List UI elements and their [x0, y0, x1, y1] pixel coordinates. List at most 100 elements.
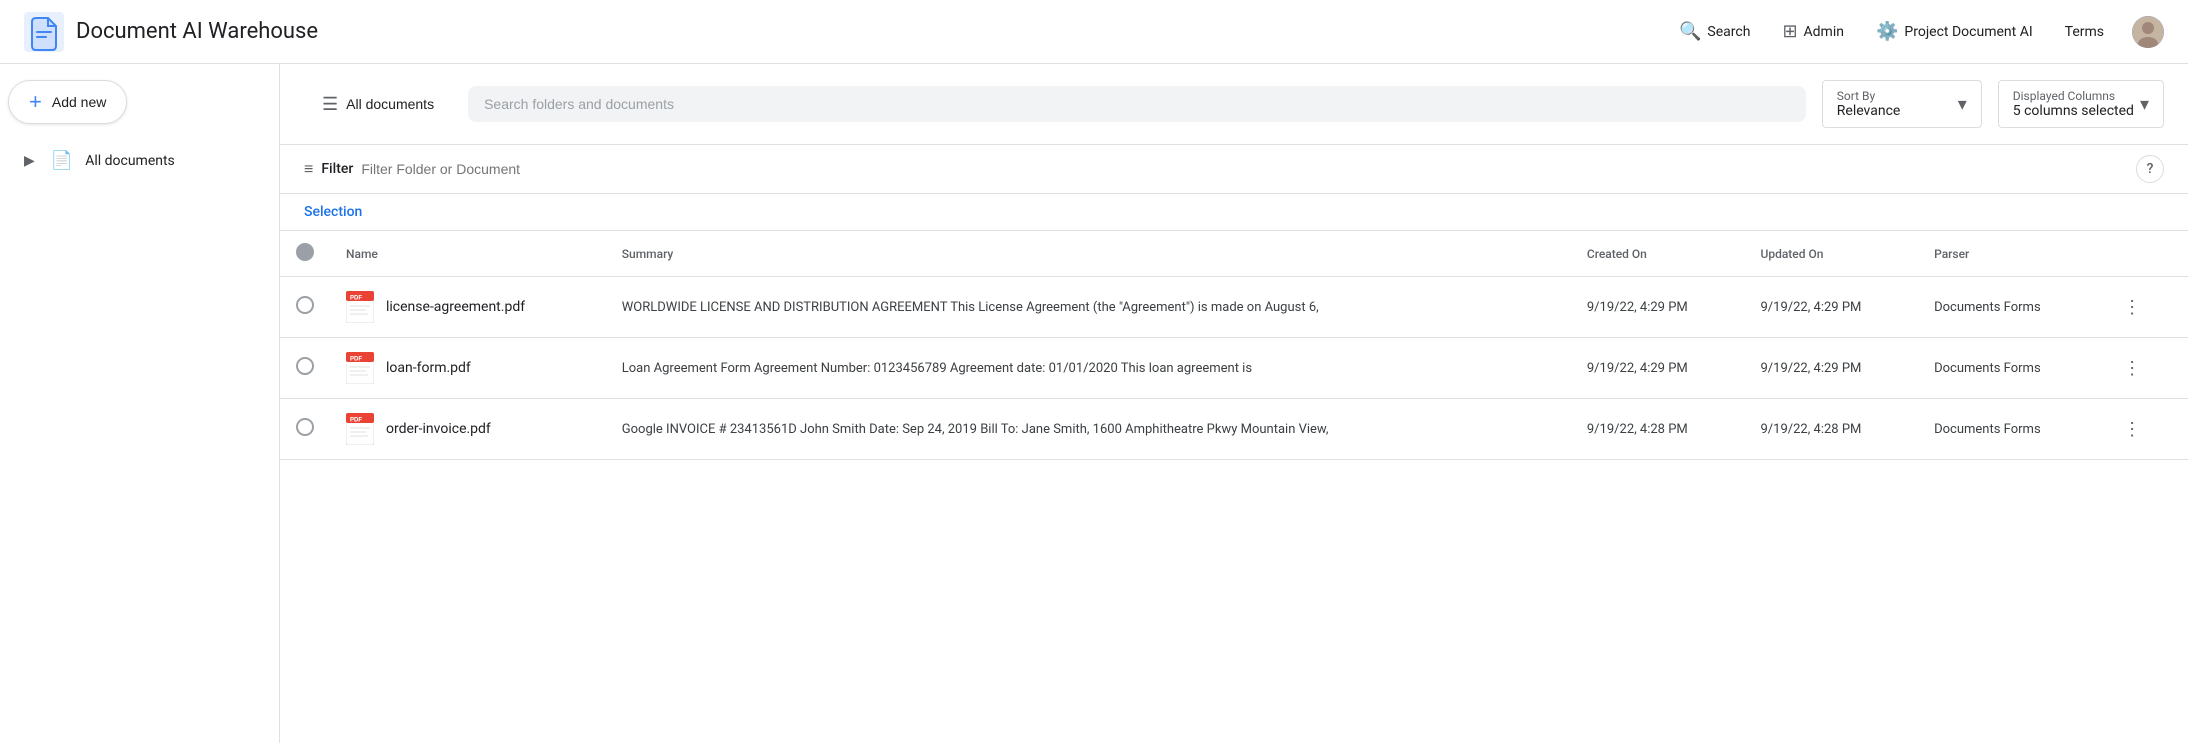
row-created-on-cell: 9/19/22, 4:29 PM [1571, 277, 1745, 338]
filter-lines-icon: ☰ [322, 94, 338, 115]
table-header: Name Summary Created On Updated On Parse [280, 231, 2188, 277]
sidebar: + Add new ▶ 📄 All documents [0, 64, 280, 743]
updated-on-text: 9/19/22, 4:29 PM [1760, 361, 1861, 376]
nav-search[interactable]: 🔍 Search [1667, 13, 1762, 50]
avatar[interactable] [2132, 16, 2164, 48]
row-parser-cell: Documents Forms [1918, 399, 2099, 460]
displayed-columns-info: Displayed Columns 5 columns selected [2013, 89, 2134, 119]
sidebar-all-documents-label: All documents [85, 153, 175, 169]
nav-project[interactable]: ⚙️ Project Document AI [1864, 13, 2045, 50]
add-new-button[interactable]: + Add new [8, 80, 127, 124]
chevron-down-icon: ▾ [1958, 94, 1967, 115]
more-actions-button[interactable]: ⋮ [2115, 415, 2151, 444]
all-documents-label: All documents [346, 96, 434, 112]
row-name-cell: PDF loan-form.pdf [330, 338, 606, 399]
summary-text: Loan Agreement Form Agreement Number: 01… [622, 361, 1252, 376]
parser-text: Documents Forms [1934, 422, 2041, 437]
sort-by-info: Sort By Relevance [1837, 89, 1901, 119]
row-created-on-cell: 9/19/22, 4:29 PM [1571, 338, 1745, 399]
summary-text: WORLDWIDE LICENSE AND DISTRIBUTION AGREE… [622, 300, 1319, 315]
updated-on-text: 9/19/22, 4:29 PM [1760, 300, 1861, 315]
table-row: PDF license-agreement.pdf WORLDWIDE LICE… [280, 277, 2188, 338]
table-header-created-on: Created On [1571, 231, 1745, 277]
row-actions-cell: ⋮ [2099, 338, 2188, 399]
updated-on-text: 9/19/22, 4:28 PM [1760, 422, 1861, 437]
row-checkbox-cell [280, 277, 330, 338]
summary-text: Google INVOICE # 23413561D John Smith Da… [622, 422, 1329, 437]
nav-admin[interactable]: ⊞ Admin [1770, 13, 1856, 50]
displayed-columns-control[interactable]: Displayed Columns 5 columns selected ▾ [1998, 80, 2164, 128]
displayed-columns-label: Displayed Columns [2013, 89, 2134, 103]
row-summary-cell: WORLDWIDE LICENSE AND DISTRIBUTION AGREE… [606, 277, 1571, 338]
nav-terms[interactable]: Terms [2053, 16, 2116, 48]
row-checkbox[interactable] [296, 418, 314, 436]
search-input[interactable] [484, 96, 1790, 112]
selection-bar: Selection [280, 194, 2188, 231]
chevron-down-icon-2: ▾ [2140, 94, 2149, 115]
sort-by-control[interactable]: Sort By Relevance ▾ [1822, 80, 1982, 128]
svg-text:PDF: PDF [350, 296, 362, 302]
table-header-checkbox [280, 231, 330, 277]
svg-text:PDF: PDF [350, 357, 362, 363]
parser-text: Documents Forms [1934, 300, 2041, 315]
documents-table: Name Summary Created On Updated On Parse [280, 231, 2188, 460]
app-logo-icon [24, 12, 64, 52]
sidebar-item-all-documents[interactable]: ▶ 📄 All documents [8, 140, 271, 181]
row-parser-cell: Documents Forms [1918, 277, 2099, 338]
row-summary-cell: Loan Agreement Form Agreement Number: 01… [606, 338, 1571, 399]
row-updated-on-cell: 9/19/22, 4:29 PM [1744, 277, 1918, 338]
table-header-parser: Parser [1918, 231, 2099, 277]
table-body: PDF license-agreement.pdf WORLDWIDE LICE… [280, 277, 2188, 460]
nav-search-label: Search [1707, 24, 1750, 40]
row-checkbox[interactable] [296, 296, 314, 314]
app-title: Document AI Warehouse [76, 19, 318, 44]
table-row: PDF loan-form.pdf Loan Agreement Form Ag… [280, 338, 2188, 399]
row-actions-cell: ⋮ [2099, 277, 2188, 338]
toolbar: ☰ All documents Sort By Relevance ▾ Disp… [280, 64, 2188, 145]
row-parser-cell: Documents Forms [1918, 338, 2099, 399]
row-updated-on-cell: 9/19/22, 4:29 PM [1744, 338, 1918, 399]
created-on-text: 9/19/22, 4:29 PM [1587, 361, 1688, 376]
row-checkbox-cell [280, 338, 330, 399]
file-name[interactable]: license-agreement.pdf [386, 299, 525, 315]
filter-input[interactable] [361, 161, 2128, 177]
table-header-summary: Summary [606, 231, 1571, 277]
nav-admin-label: Admin [1804, 24, 1844, 40]
header: Document AI Warehouse 🔍 Search ⊞ Admin ⚙… [0, 0, 2188, 64]
search-box[interactable] [468, 86, 1806, 122]
file-name[interactable]: loan-form.pdf [386, 360, 471, 376]
row-created-on-cell: 9/19/22, 4:28 PM [1571, 399, 1745, 460]
row-summary-cell: Google INVOICE # 23413561D John Smith Da… [606, 399, 1571, 460]
svg-text:PDF: PDF [350, 418, 362, 424]
row-actions-cell: ⋮ [2099, 399, 2188, 460]
filter-bar: ≡ Filter ? [280, 145, 2188, 194]
created-on-text: 9/19/22, 4:28 PM [1587, 422, 1688, 437]
search-icon: 🔍 [1679, 21, 1701, 42]
header-checkbox[interactable] [296, 243, 314, 261]
settings-icon: ⚙️ [1876, 21, 1898, 42]
table-header-updated-on: Updated On [1744, 231, 1918, 277]
filter-icon: ≡ [304, 159, 313, 179]
document-icon: 📄 [51, 150, 73, 171]
table-header-actions [2099, 231, 2188, 277]
pdf-icon: PDF [346, 352, 374, 384]
logo-area: Document AI Warehouse [24, 12, 318, 52]
more-actions-button[interactable]: ⋮ [2115, 293, 2151, 322]
pdf-icon: PDF [346, 291, 374, 323]
more-actions-button[interactable]: ⋮ [2115, 354, 2151, 383]
help-icon[interactable]: ? [2136, 155, 2164, 183]
sort-by-value: Relevance [1837, 103, 1901, 119]
all-documents-button[interactable]: ☰ All documents [304, 84, 452, 125]
table-container: Name Summary Created On Updated On Parse [280, 231, 2188, 743]
created-on-text: 9/19/22, 4:29 PM [1587, 300, 1688, 315]
filter-label: Filter [321, 161, 353, 177]
selection-link[interactable]: Selection [304, 204, 362, 220]
row-checkbox[interactable] [296, 357, 314, 375]
table-header-name: Name [330, 231, 606, 277]
admin-icon: ⊞ [1782, 21, 1797, 42]
file-name[interactable]: order-invoice.pdf [386, 421, 491, 437]
nav-project-label: Project Document AI [1904, 24, 2032, 40]
plus-icon: + [29, 91, 42, 113]
layout: + Add new ▶ 📄 All documents ☰ All docume… [0, 64, 2188, 743]
pdf-icon: PDF [346, 413, 374, 445]
